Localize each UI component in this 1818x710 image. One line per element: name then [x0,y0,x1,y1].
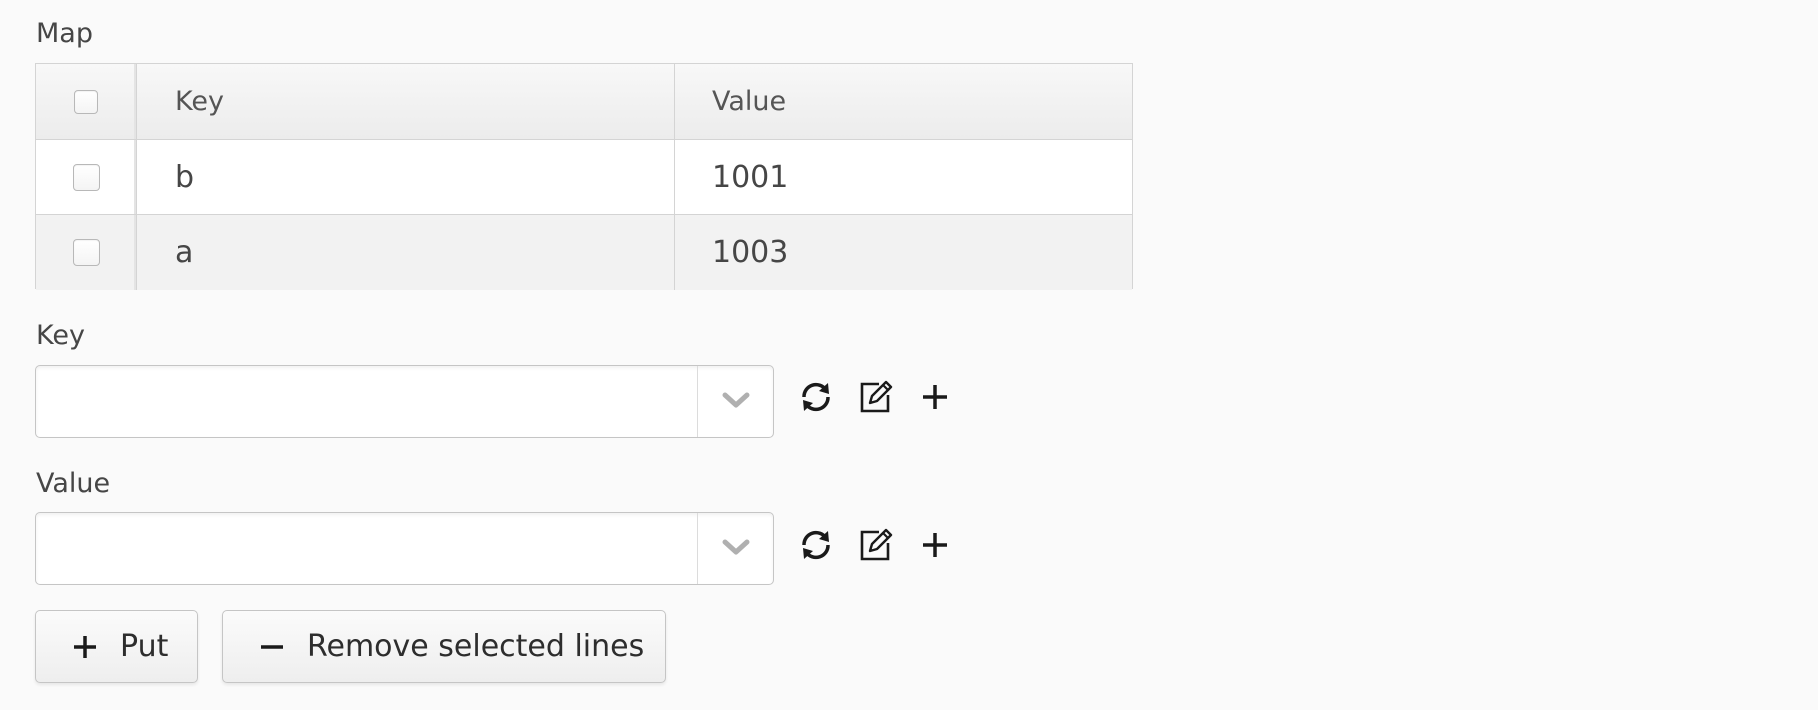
chevron-down-icon [721,390,751,414]
row-checkbox[interactable] [72,163,100,191]
table-row[interactable]: b 1001 [36,140,1132,215]
table-row[interactable]: a 1003 [36,215,1132,290]
value-combobox-toggle[interactable] [697,513,773,584]
select-all-checkbox[interactable] [74,89,98,114]
row-key-cell[interactable]: a [138,215,675,290]
plus-icon [920,382,950,416]
row-value-cell[interactable]: 1001 [675,140,1132,214]
value-combobox[interactable] [35,512,774,585]
map-label: Map [36,18,93,49]
row-select-cell [36,215,137,290]
column-header-key[interactable]: Key [138,64,675,139]
row-value-cell[interactable]: 1003 [675,215,1132,290]
value-field-label: Value [36,468,111,499]
select-all-cell [36,64,137,139]
edit-icon [857,379,893,419]
put-button-label: Put [120,629,169,664]
key-refresh-button[interactable] [794,377,838,421]
column-header-value[interactable]: Value [675,64,1132,139]
plus-icon [72,634,98,660]
key-combobox-input[interactable] [36,366,697,437]
grid-header-row: Key Value [36,64,1132,140]
row-select-cell [36,140,137,214]
key-add-button[interactable] [913,377,957,421]
map-grid: Key Value b 1001 a 1003 [35,63,1133,290]
remove-button-label: Remove selected lines [307,629,645,664]
key-combobox[interactable] [35,365,774,438]
value-combobox-input[interactable] [36,513,697,584]
value-add-button[interactable] [913,525,957,569]
edit-icon [857,527,893,567]
key-edit-button[interactable] [853,377,897,421]
key-field-label: Key [36,320,85,351]
row-checkbox[interactable] [72,239,100,266]
put-button[interactable]: Put [35,610,198,683]
value-edit-button[interactable] [853,525,897,569]
refresh-icon [798,379,834,419]
remove-selected-lines-button[interactable]: Remove selected lines [222,610,666,683]
row-key-cell[interactable]: b [138,140,675,214]
chevron-down-icon [721,537,751,561]
key-combobox-toggle[interactable] [697,366,773,437]
refresh-icon [798,527,834,567]
minus-icon [259,634,285,660]
value-refresh-button[interactable] [794,525,838,569]
plus-icon [920,530,950,564]
